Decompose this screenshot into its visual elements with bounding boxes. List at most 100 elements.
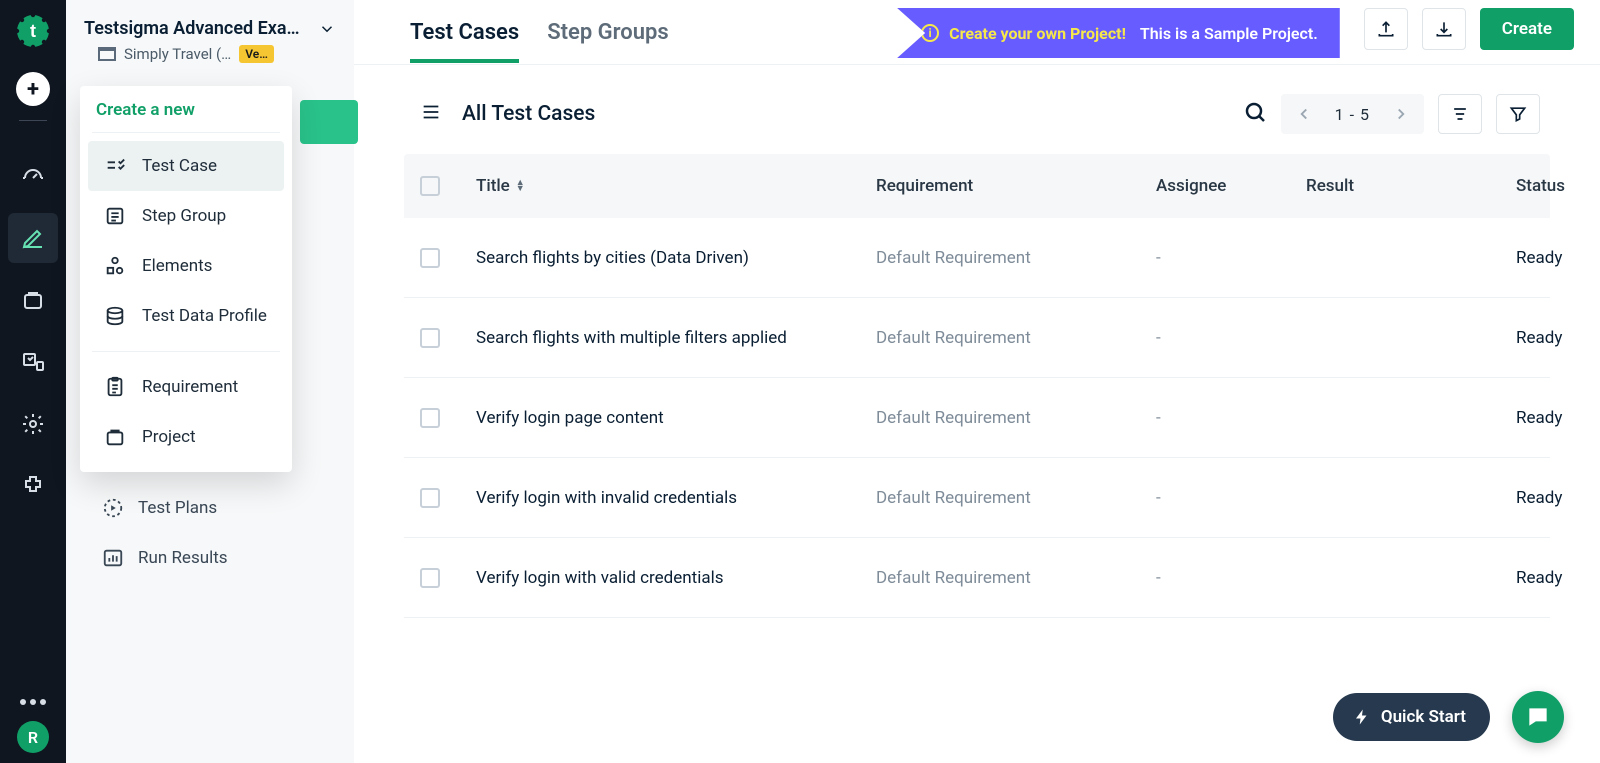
list-menu-icon[interactable] (420, 101, 442, 127)
tab-test-cases[interactable]: Test Cases (410, 8, 519, 63)
rail-reports[interactable] (8, 337, 58, 387)
table-row[interactable]: Verify login with valid credentialsDefau… (404, 538, 1550, 618)
sort-button[interactable] (1438, 94, 1482, 134)
quick-start-label: Quick Start (1381, 707, 1466, 727)
chat-icon (1525, 704, 1551, 730)
cell-status: Ready (1496, 408, 1562, 428)
select-all-checkbox[interactable] (420, 176, 440, 196)
hidden-create-button (300, 100, 358, 144)
cell-status: Ready (1496, 488, 1562, 508)
banner-text: This is a Sample Project. (1140, 24, 1318, 43)
rail-addons[interactable] (8, 461, 58, 511)
cell-requirement: Default Requirement (876, 328, 1156, 348)
pager-range: 1 - 5 (1325, 105, 1380, 124)
add-button[interactable]: + (16, 72, 50, 106)
dropdown-opt-label: Test Case (142, 156, 217, 176)
sidebar-item-run-results[interactable]: Run Results (66, 533, 354, 583)
col-assignee[interactable]: Assignee (1156, 176, 1306, 196)
pager-prev[interactable] (1291, 101, 1317, 127)
version-badge[interactable]: Ve… (239, 45, 274, 63)
col-result[interactable]: Result (1306, 176, 1496, 196)
table-row[interactable]: Verify login page contentDefault Require… (404, 378, 1550, 458)
export-button[interactable] (1364, 8, 1408, 50)
dropdown-opt-step-group[interactable]: Step Group (88, 191, 284, 241)
tab-step-groups[interactable]: Step Groups (547, 8, 669, 63)
sidebar-item-label: Run Results (138, 548, 228, 568)
rail-settings[interactable] (8, 399, 58, 449)
dropdown-opt-test-case[interactable]: Test Case (88, 141, 284, 191)
list-header: All Test Cases 1 - 5 (354, 64, 1600, 154)
cell-requirement: Default Requirement (876, 408, 1156, 428)
row-checkbox[interactable] (420, 488, 440, 508)
cell-title: Verify login page content (476, 408, 876, 428)
row-checkbox[interactable] (420, 568, 440, 588)
cell-requirement: Default Requirement (876, 488, 1156, 508)
cell-assignee: - (1156, 408, 1306, 428)
cell-requirement: Default Requirement (876, 248, 1156, 268)
pager: 1 - 5 (1281, 94, 1424, 134)
table-header: Title▲▼ Requirement Assignee Result Stat… (404, 154, 1550, 218)
dropdown-opt-label: Step Group (142, 206, 226, 226)
sort-icon: ▲▼ (516, 180, 525, 192)
cell-assignee: - (1156, 568, 1306, 588)
cell-title: Search flights with multiple filters app… (476, 328, 876, 348)
rail-more[interactable] (20, 699, 46, 705)
cell-status: Ready (1496, 568, 1562, 588)
col-status[interactable]: Status (1496, 176, 1565, 196)
top-bar: Test Cases Step Groups i Create your own… (354, 0, 1600, 64)
table-row[interactable]: Search flights by cities (Data Driven)De… (404, 218, 1550, 298)
logo-icon: t (12, 10, 54, 52)
rail-design[interactable] (8, 213, 58, 263)
info-icon: i (921, 24, 939, 42)
dropdown-opt-elements[interactable]: Elements (88, 241, 284, 291)
lightning-icon (1353, 708, 1371, 726)
dropdown-opt-label: Test Data Profile (142, 306, 267, 326)
chevron-down-icon[interactable] (318, 20, 336, 38)
col-requirement[interactable]: Requirement (876, 176, 1156, 196)
row-checkbox[interactable] (420, 328, 440, 348)
app-name[interactable]: Simply Travel (… (124, 45, 231, 63)
test-case-table: Title▲▼ Requirement Assignee Result Stat… (404, 154, 1550, 618)
create-new-dropdown: Create a new Test Case Step Group Elemen… (80, 86, 292, 472)
import-button[interactable] (1422, 8, 1466, 50)
pager-next[interactable] (1388, 101, 1414, 127)
dropdown-opt-label: Elements (142, 256, 212, 276)
project-name[interactable]: Testsigma Advanced Exa… (84, 18, 300, 39)
main-content: Test Cases Step Groups i Create your own… (354, 0, 1600, 763)
icon-rail: t + R (0, 0, 66, 763)
create-button[interactable]: Create (1480, 8, 1574, 50)
rail-dashboard[interactable] (8, 151, 58, 201)
chat-button[interactable] (1512, 691, 1564, 743)
banner-cta: Create your own Project! (949, 24, 1126, 43)
dropdown-opt-test-data-profile[interactable]: Test Data Profile (88, 291, 284, 341)
sidebar-item-test-plans[interactable]: Test Plans (66, 483, 354, 533)
list-title: All Test Cases (462, 102, 595, 126)
table-row[interactable]: Search flights with multiple filters app… (404, 298, 1550, 378)
cell-status: Ready (1496, 328, 1562, 348)
svg-text:t: t (30, 21, 36, 41)
cell-assignee: - (1156, 328, 1306, 348)
rail-runs[interactable] (8, 275, 58, 325)
cell-title: Verify login with invalid credentials (476, 488, 876, 508)
dropdown-opt-label: Requirement (142, 377, 238, 397)
row-checkbox[interactable] (420, 408, 440, 428)
row-checkbox[interactable] (420, 248, 440, 268)
dropdown-title: Create a new (80, 86, 292, 132)
rail-divider (19, 120, 47, 121)
sidebar-item-label: Test Plans (138, 498, 217, 518)
cell-assignee: - (1156, 248, 1306, 268)
cell-requirement: Default Requirement (876, 568, 1156, 588)
col-title[interactable]: Title▲▼ (476, 176, 876, 196)
sample-project-banner[interactable]: i Create your own Project! This is a Sam… (897, 8, 1340, 58)
filter-button[interactable] (1496, 94, 1540, 134)
dropdown-opt-project[interactable]: Project (88, 412, 284, 462)
table-row[interactable]: Verify login with invalid credentialsDef… (404, 458, 1550, 538)
cell-title: Search flights by cities (Data Driven) (476, 248, 876, 268)
web-app-icon (98, 47, 116, 61)
dropdown-opt-label: Project (142, 427, 196, 447)
search-icon[interactable] (1243, 100, 1267, 128)
cell-status: Ready (1496, 248, 1562, 268)
user-avatar[interactable]: R (17, 721, 49, 753)
quick-start-button[interactable]: Quick Start (1333, 693, 1490, 741)
dropdown-opt-requirement[interactable]: Requirement (88, 362, 284, 412)
